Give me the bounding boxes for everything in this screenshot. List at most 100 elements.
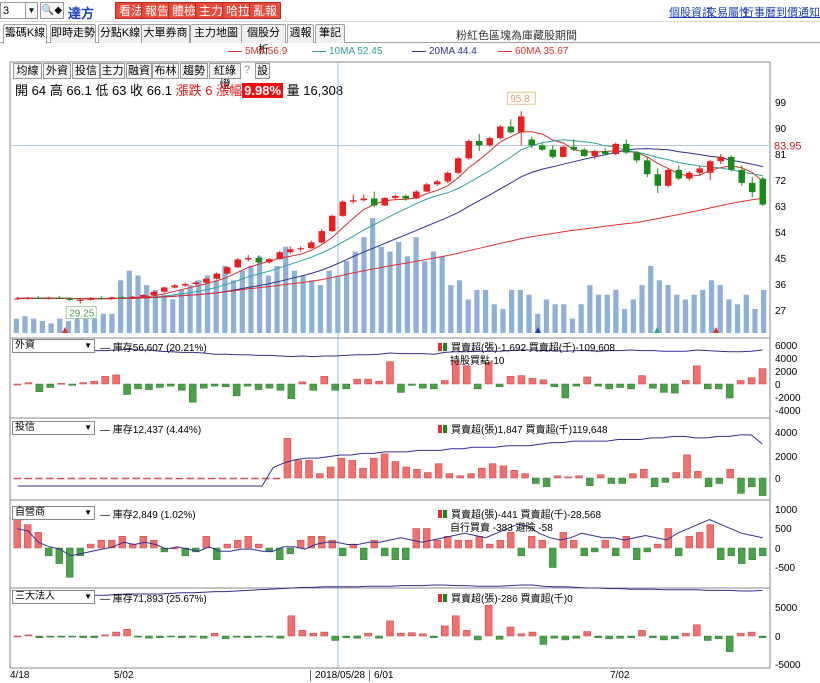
flow-bar: [706, 524, 714, 549]
flow-bar: [402, 466, 410, 479]
volume-bar: [135, 275, 141, 333]
candle-body: [244, 258, 252, 260]
flow-bar: [601, 539, 609, 549]
flow-bar: [747, 631, 756, 637]
flow-bar: [123, 383, 131, 395]
volume-bar: [526, 294, 532, 333]
volume-bar: [57, 318, 63, 333]
flow-bar: [328, 539, 336, 549]
volume-bar: [491, 304, 497, 333]
flow-bar: [353, 378, 361, 385]
flow-bar: [375, 380, 383, 385]
flow-bar: [24, 524, 32, 549]
flow-bar: [79, 382, 87, 385]
flow-bar: [725, 383, 734, 399]
flow-bar: [287, 383, 296, 399]
panel-tick: 2000: [775, 452, 798, 463]
flow-bar: [331, 635, 339, 641]
candle-body: [433, 181, 441, 185]
volume-bar: [674, 294, 680, 333]
flow-bar: [575, 475, 583, 479]
flow-bar: [145, 383, 153, 390]
candle-body: [748, 182, 756, 193]
volume-bar: [561, 304, 567, 333]
flow-bar: [737, 477, 745, 494]
panel-tick: 4000: [775, 354, 798, 365]
flow-bar: [339, 547, 347, 557]
flow-bar: [506, 376, 515, 385]
flow-bar: [517, 547, 525, 557]
flow-bar: [101, 376, 109, 385]
flow-bar: [550, 635, 559, 639]
flow-bar: [572, 635, 581, 639]
panel-select-3[interactable]: 三大法人 ▼: [12, 590, 95, 604]
volume-bar: [144, 285, 150, 333]
candle-body: [759, 178, 767, 205]
flow-bar: [714, 635, 723, 640]
flow-bar: [758, 635, 767, 638]
flow-bar: [419, 633, 427, 637]
panel-select-0[interactable]: 外資 ▼: [12, 339, 95, 353]
flow-bar: [726, 468, 734, 479]
flow-bar: [208, 477, 216, 480]
flow-bar: [232, 383, 241, 397]
candle-body: [66, 298, 74, 300]
flow-bar: [495, 383, 504, 388]
volume-bar: [604, 294, 610, 333]
volume-bar: [761, 289, 767, 333]
volume-bar: [552, 304, 558, 333]
flow-bar: [507, 532, 515, 549]
candle-body: [591, 151, 599, 157]
flow-bar: [375, 635, 383, 639]
flow-bar: [441, 380, 449, 385]
flow-bar: [199, 635, 208, 639]
flow-bar: [178, 635, 186, 638]
flow-bar: [627, 635, 635, 638]
flow-bar: [671, 635, 679, 640]
flow-bar: [517, 375, 526, 385]
flow-bar: [682, 380, 690, 385]
candle-body: [24, 297, 32, 299]
flow-bar: [456, 475, 464, 479]
candle-body: [76, 299, 84, 301]
flow-bar: [297, 539, 305, 549]
panel-tick: 0: [775, 632, 781, 643]
panel-select-label: 三大法人: [15, 591, 55, 602]
flow-bar: [309, 383, 318, 391]
volume-bar: [309, 280, 315, 333]
panel-tick: 4000: [775, 428, 798, 439]
flow-bar: [298, 381, 307, 385]
chevron-down-icon: ▼: [84, 341, 92, 350]
panel-extra: 自行買賣 -383 避險 -58: [450, 523, 553, 534]
flow-bar: [685, 536, 693, 549]
candle-body: [381, 197, 389, 206]
volume-bar: [109, 313, 115, 333]
x-axis-label: 5/02: [114, 670, 134, 681]
flow-bar: [542, 477, 551, 488]
red-legend-icon: [438, 594, 442, 602]
flow-bar: [348, 460, 356, 479]
volume-bar: [283, 246, 289, 333]
panel-select-2[interactable]: 自營商 ▼: [12, 506, 95, 520]
flow-bar: [45, 547, 53, 557]
candle-body: [129, 296, 137, 298]
flow-bar: [189, 635, 197, 638]
panel-select-1[interactable]: 投信 ▼: [12, 421, 95, 435]
candle-body: [202, 278, 210, 283]
flow-bar: [276, 635, 285, 639]
holding-line: [17, 519, 763, 557]
flow-bar: [210, 632, 219, 637]
flow-bar: [561, 635, 570, 641]
flow-bar: [175, 477, 184, 480]
flow-bar: [445, 473, 454, 479]
flow-bar: [412, 528, 420, 549]
candle-body: [318, 231, 326, 243]
panel-tick: -2000: [775, 393, 801, 404]
flow-bar: [101, 634, 109, 637]
volume-bar: [352, 251, 358, 333]
volume-bar: [274, 265, 280, 333]
candle-body: [391, 195, 399, 198]
panel-inventory: — 庫存56,607 (20.21%): [100, 343, 207, 354]
panel-tick: 0: [775, 474, 781, 485]
flow-bar: [454, 539, 462, 549]
